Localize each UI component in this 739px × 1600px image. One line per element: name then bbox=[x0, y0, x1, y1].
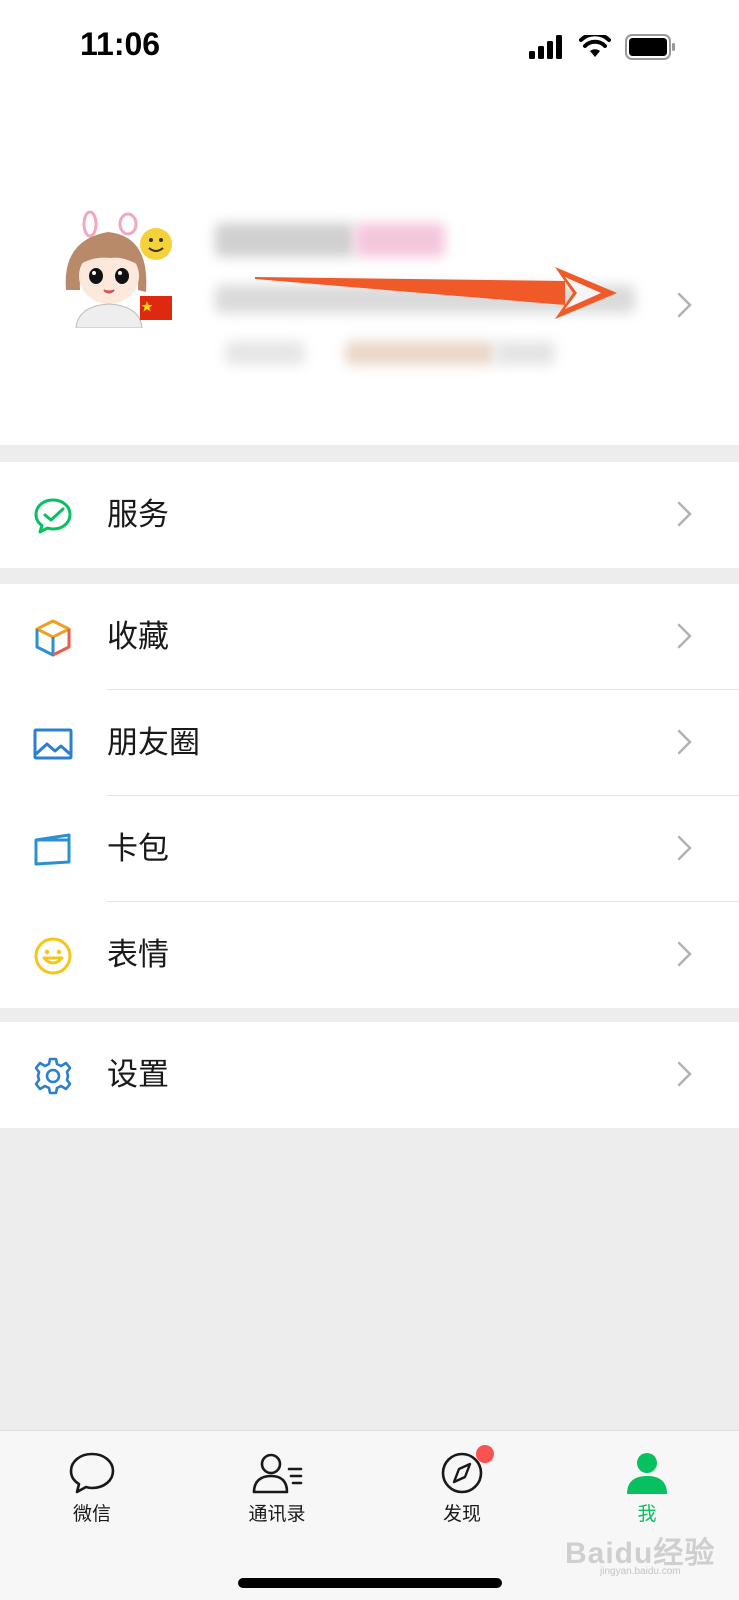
menu-item-label: 设置 bbox=[107, 1057, 169, 1093]
status-time: 11:06 bbox=[80, 26, 161, 62]
moments-picture-icon bbox=[33, 728, 73, 760]
chevron-right-icon bbox=[677, 1061, 692, 1087]
menu-group-services: 服务 bbox=[0, 462, 739, 568]
menu-item-settings[interactable]: 设置 bbox=[0, 1022, 739, 1128]
tab-label: 我 bbox=[637, 1503, 657, 1525]
cartoon-girl-avatar-icon bbox=[58, 210, 176, 328]
menu-item-favorites[interactable]: 收藏 bbox=[0, 584, 739, 690]
settings-gear-icon bbox=[34, 1057, 72, 1095]
card-wallet-icon bbox=[34, 833, 71, 866]
tab-chats[interactable]: 微信 bbox=[37, 1451, 147, 1526]
menu-item-card-wallet[interactable]: 卡包 bbox=[0, 796, 739, 902]
menu-group-settings: 设置 bbox=[0, 1022, 739, 1128]
tab-label: 微信 bbox=[72, 1503, 111, 1525]
blurred-profile-info bbox=[205, 205, 665, 505]
tab-label: 通讯录 bbox=[248, 1503, 306, 1525]
home-indicator bbox=[238, 1578, 502, 1588]
favorites-cube-icon bbox=[35, 619, 71, 657]
signal-icon bbox=[529, 35, 562, 59]
menu-item-services[interactable]: 服务 bbox=[0, 462, 739, 568]
menu-item-moments[interactable]: 朋友圈 bbox=[0, 690, 739, 796]
contacts-icon bbox=[252, 1453, 303, 1494]
menu-item-stickers[interactable]: 表情 bbox=[0, 902, 739, 1008]
menu-item-label: 服务 bbox=[107, 497, 169, 533]
chevron-right-icon bbox=[677, 623, 692, 649]
tab-contacts[interactable]: 通讯录 bbox=[222, 1451, 332, 1526]
menu-item-label: 收藏 bbox=[107, 619, 169, 655]
menu-group-main: 收藏 朋友圈 卡包 表情 bbox=[0, 584, 739, 1008]
me-person-icon bbox=[627, 1453, 667, 1494]
notification-badge bbox=[476, 1445, 494, 1463]
annotation-arrow-icon bbox=[255, 267, 617, 319]
service-check-bubble-icon bbox=[34, 498, 72, 534]
avatar[interactable] bbox=[58, 210, 176, 328]
chevron-right-icon bbox=[677, 292, 692, 318]
tab-me[interactable]: 我 bbox=[592, 1451, 702, 1526]
chevron-right-icon bbox=[677, 501, 692, 527]
baidu-watermark-url: jingyan.baidu.com bbox=[600, 1566, 681, 1577]
tab-discover[interactable]: 发现 bbox=[407, 1445, 517, 1526]
sticker-smile-icon bbox=[34, 937, 72, 975]
chevron-right-icon bbox=[677, 835, 692, 861]
chat-bubble-icon bbox=[69, 1452, 115, 1494]
tab-label: 发现 bbox=[442, 1503, 481, 1525]
chevron-right-icon bbox=[677, 729, 692, 755]
battery-icon bbox=[625, 34, 675, 60]
profile-header[interactable] bbox=[0, 100, 739, 445]
status-icons bbox=[529, 34, 677, 60]
menu-item-label: 表情 bbox=[107, 937, 169, 973]
wifi-icon bbox=[579, 35, 611, 57]
menu-item-label: 朋友圈 bbox=[107, 725, 200, 761]
menu-item-label: 卡包 bbox=[107, 831, 169, 867]
chevron-right-icon bbox=[677, 941, 692, 967]
status-bar: 11:06 bbox=[0, 0, 739, 100]
